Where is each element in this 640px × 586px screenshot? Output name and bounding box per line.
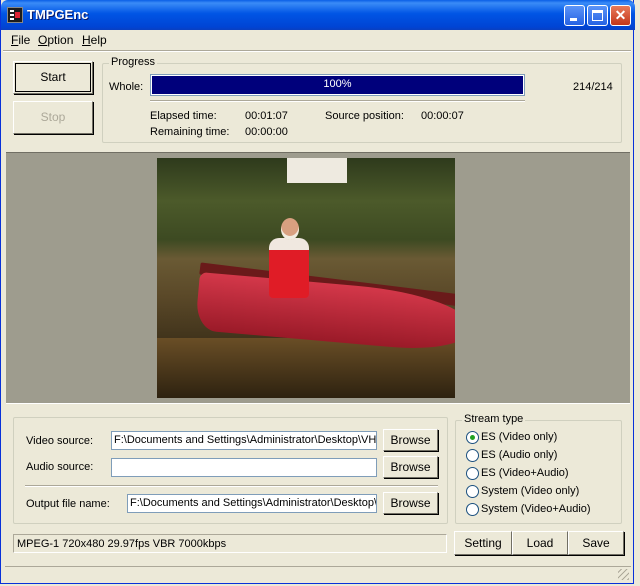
- preview-area: [6, 152, 630, 404]
- status-bar: [5, 566, 631, 582]
- video-source-label: Video source:: [26, 435, 94, 447]
- maximize-icon: [592, 10, 603, 21]
- stream-type-label: Stream type: [462, 413, 526, 425]
- radio-button[interactable]: [466, 431, 479, 444]
- radio-button[interactable]: [466, 449, 479, 462]
- paddler: [269, 238, 309, 298]
- audio-source-input[interactable]: [111, 458, 377, 477]
- sources-divider: [25, 485, 438, 487]
- radio-label: ES (Video+Audio): [481, 467, 569, 479]
- start-button[interactable]: Start: [13, 61, 93, 94]
- video-browse-button[interactable]: Browse: [383, 429, 438, 451]
- progress-group-label: Progress: [109, 56, 158, 68]
- radio-label: ES (Audio only): [481, 449, 558, 461]
- remaining-value: 00:00:00: [245, 126, 288, 138]
- window-title: TMPGEnc: [27, 7, 89, 22]
- main-window: TMPGEnc ✕ File Option Help Start Stop Pr…: [0, 0, 635, 584]
- menu-separator: [3, 50, 631, 52]
- title-bar[interactable]: TMPGEnc ✕: [1, 0, 635, 30]
- menu-file[interactable]: File: [11, 33, 30, 47]
- radio-label: System (Video only): [481, 485, 580, 497]
- minimize-icon: [570, 18, 577, 21]
- maximize-button[interactable]: [587, 5, 608, 26]
- source-position-label: Source position:: [325, 110, 404, 122]
- radio-label: ES (Video only): [481, 431, 558, 443]
- radio-button[interactable]: [466, 485, 479, 498]
- remaining-label: Remaining time:: [150, 126, 230, 138]
- close-icon: ✕: [614, 7, 627, 23]
- video-preview: [157, 158, 455, 398]
- radio-button[interactable]: [466, 503, 479, 516]
- minimize-button[interactable]: [564, 5, 585, 26]
- save-button[interactable]: Save: [568, 531, 624, 555]
- video-source-input[interactable]: F:\Documents and Settings\Administrator\…: [111, 431, 377, 450]
- close-button[interactable]: ✕: [610, 5, 631, 26]
- output-file-label: Output file name:: [26, 498, 110, 510]
- whole-label: Whole:: [109, 81, 144, 93]
- progress-percent: 100%: [323, 78, 352, 90]
- app-icon: [7, 7, 23, 23]
- progress-divider: [150, 100, 525, 102]
- frame-count: 214/214: [573, 81, 613, 93]
- output-browse-button[interactable]: Browse: [383, 492, 438, 514]
- elapsed-label: Elapsed time:: [150, 110, 217, 122]
- audio-browse-button[interactable]: Browse: [383, 456, 438, 478]
- encode-info: MPEG-1 720x480 29.97fps VBR 7000kbps: [13, 534, 447, 553]
- menu-option[interactable]: Option: [38, 33, 73, 47]
- load-button[interactable]: Load: [512, 531, 568, 555]
- progress-bar: 100%: [150, 74, 525, 96]
- menu-help[interactable]: Help: [82, 33, 107, 47]
- resize-grip-icon[interactable]: [618, 569, 629, 580]
- output-file-input[interactable]: F:\Documents and Settings\Administrator\…: [127, 494, 377, 513]
- radio-label: System (Video+Audio): [481, 503, 591, 515]
- audio-source-label: Audio source:: [26, 461, 94, 473]
- setting-button[interactable]: Setting: [454, 531, 512, 555]
- stop-button[interactable]: Stop: [13, 101, 93, 134]
- source-position-value: 00:00:07: [421, 110, 464, 122]
- elapsed-value: 00:01:07: [245, 110, 288, 122]
- radio-button[interactable]: [466, 467, 479, 480]
